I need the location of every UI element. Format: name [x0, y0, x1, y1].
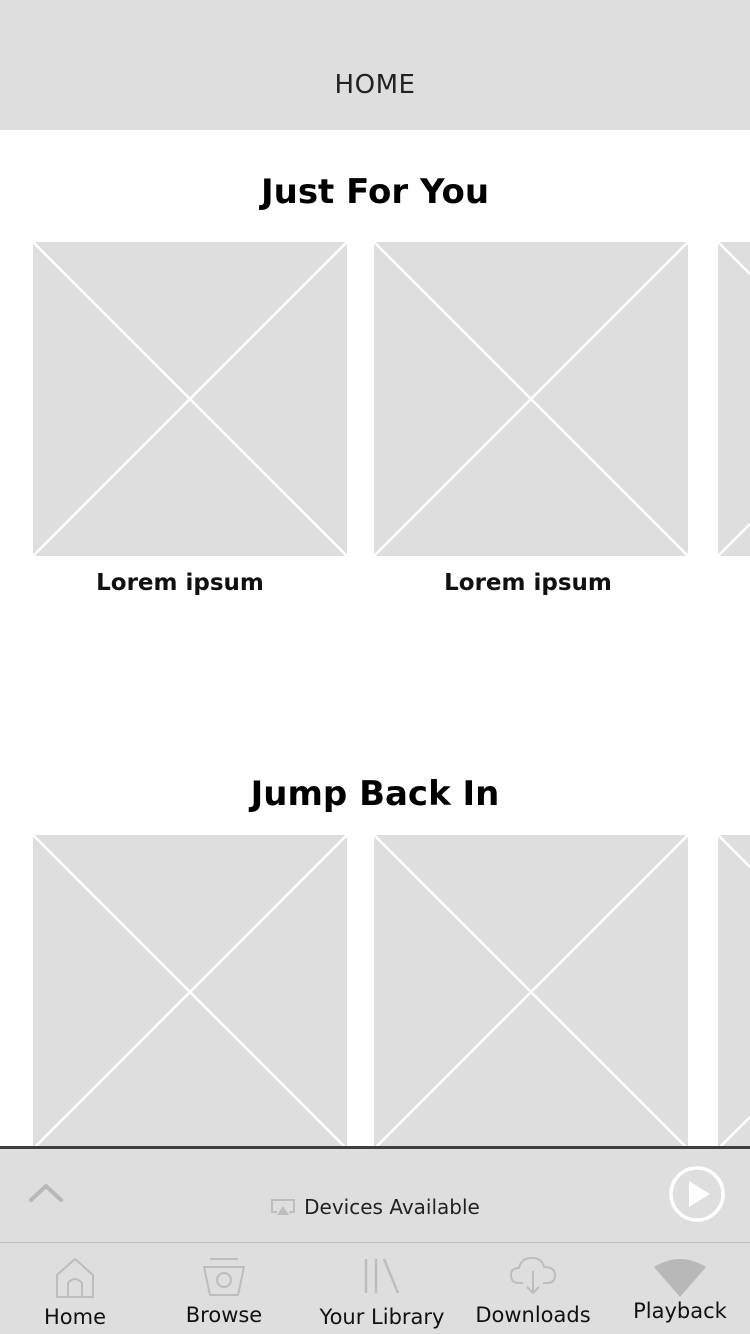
card-label: Lorem ipsum — [444, 570, 612, 596]
app-screen: HOME Just For You Lorem ipsum Lorem ipsu… — [0, 0, 750, 1334]
tab-label: Home — [43, 1305, 106, 1329]
page-title: HOME — [334, 70, 416, 100]
card-label: Lorem ipsum — [96, 570, 264, 596]
tab-bar: Home Browse Your Library Downloads Playb — [0, 1242, 750, 1334]
album-art-placeholder[interactable] — [33, 242, 347, 556]
section-title-just-for-you: Just For You — [260, 172, 490, 212]
tab-home[interactable]: Home — [0, 1243, 150, 1334]
tab-your-library[interactable]: Your Library — [298, 1243, 466, 1334]
album-art-placeholder-partial[interactable] — [718, 242, 750, 556]
album-art-placeholder-partial[interactable] — [718, 835, 750, 1149]
album-art-placeholder[interactable] — [33, 835, 347, 1149]
play-icon — [669, 1166, 725, 1222]
tab-browse[interactable]: Browse — [150, 1243, 298, 1334]
tab-label: Downloads — [475, 1303, 591, 1327]
tab-label: Playback — [633, 1299, 727, 1323]
album-art-placeholder[interactable] — [374, 835, 688, 1149]
devices-available-label: Devices Available — [304, 1195, 480, 1219]
app-header: HOME — [0, 0, 750, 130]
play-button[interactable] — [668, 1165, 726, 1223]
mini-player[interactable]: Devices Available — [0, 1146, 750, 1242]
album-art-placeholder[interactable] — [374, 242, 688, 556]
tab-label: Browse — [185, 1303, 263, 1327]
home-icon — [53, 1255, 97, 1299]
section-title-jump-back-in: Jump Back In — [250, 774, 500, 814]
download-cloud-icon — [509, 1255, 557, 1297]
devices-available[interactable]: Devices Available — [0, 1195, 750, 1219]
tab-playback[interactable]: Playback — [610, 1243, 750, 1334]
library-icon — [362, 1257, 402, 1295]
playback-icon — [652, 1257, 708, 1297]
tab-downloads[interactable]: Downloads — [466, 1243, 600, 1334]
tab-label: Your Library — [319, 1305, 445, 1329]
browse-icon — [201, 1255, 247, 1299]
airplay-icon — [270, 1197, 296, 1217]
